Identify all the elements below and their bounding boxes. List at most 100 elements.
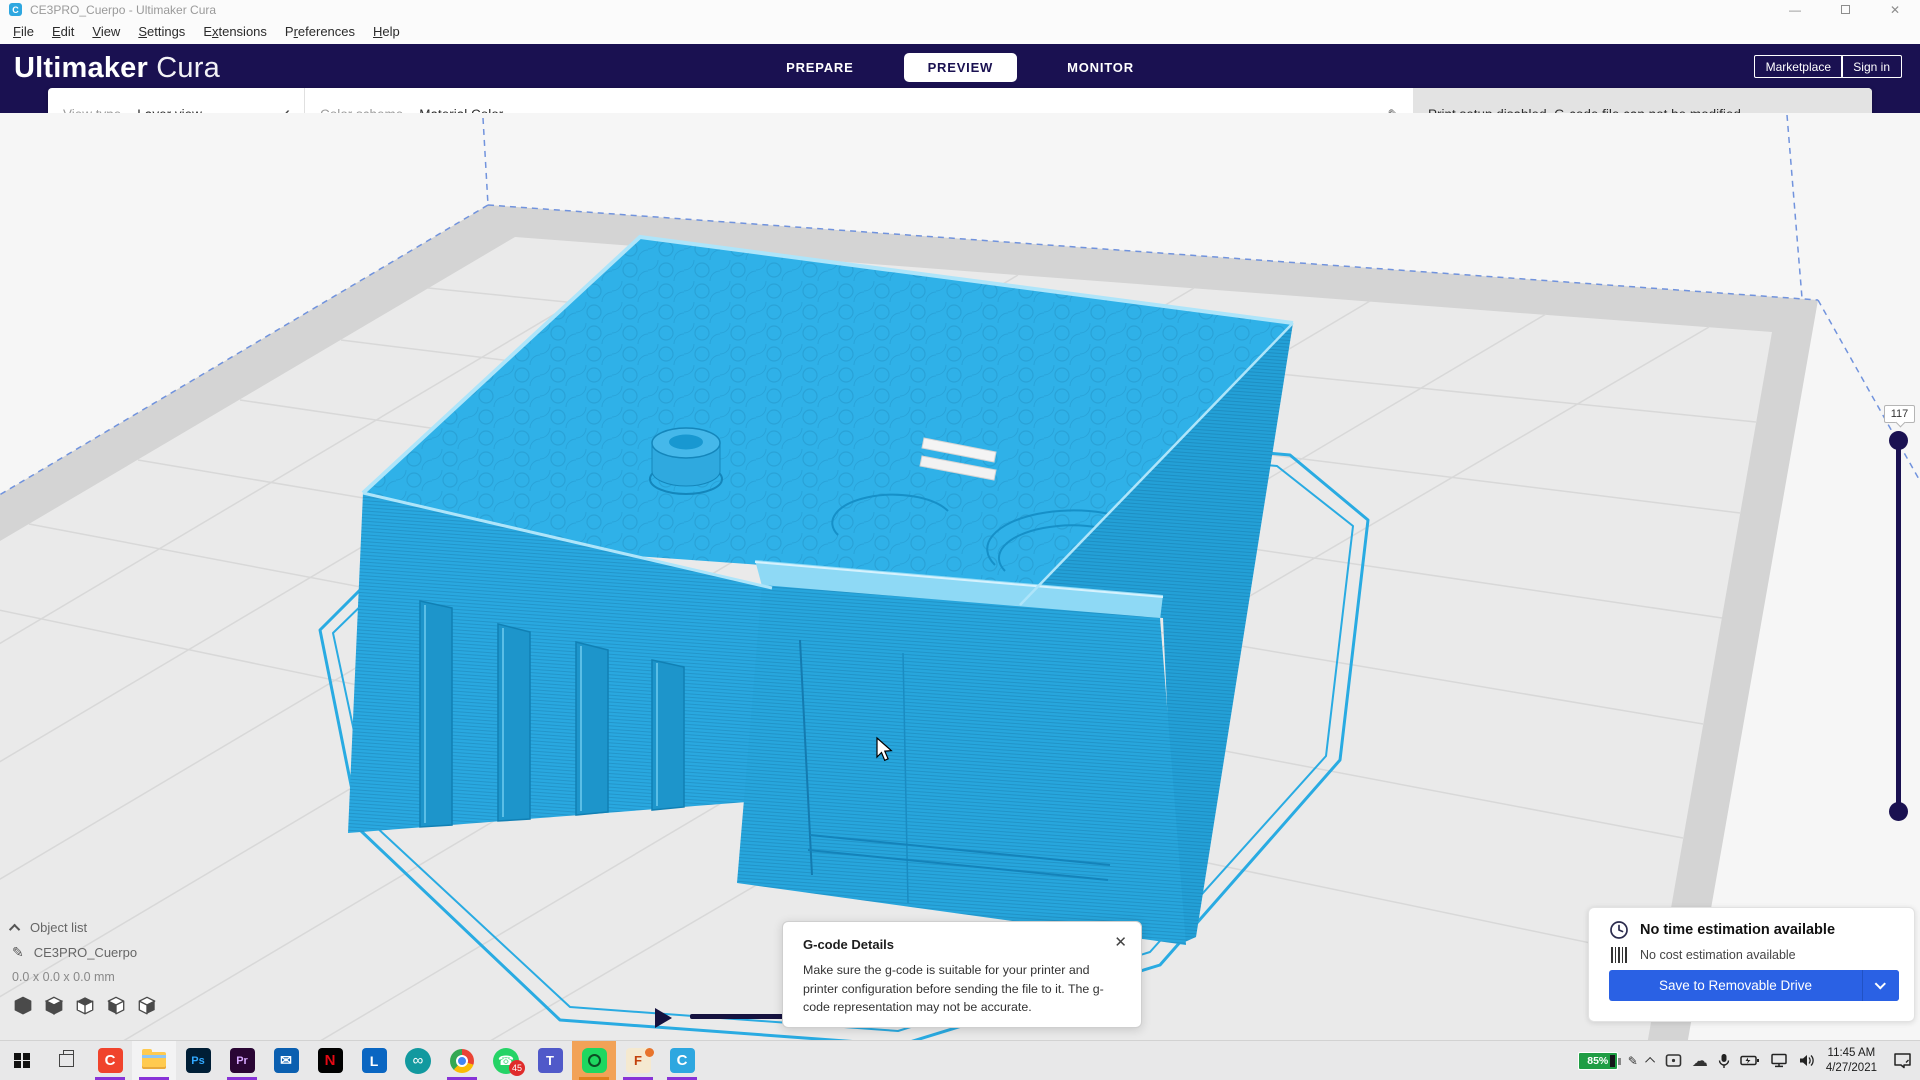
window-title: CE3PRO_Cuerpo - Ultimaker Cura	[30, 3, 216, 17]
object-dimensions: 0.0 x 0.0 x 0.0 mm	[12, 970, 242, 984]
onedrive-cloud-icon[interactable]: ☁	[1692, 1051, 1708, 1071]
taskbar-item-netflix[interactable]: N	[308, 1041, 352, 1080]
power-battery-icon[interactable]	[1740, 1054, 1760, 1067]
taskbar-item-cura[interactable]: C	[88, 1041, 132, 1080]
output-panel: No time estimation available No cost est…	[1588, 907, 1915, 1022]
view-left-icon[interactable]	[105, 994, 127, 1016]
layer-slider[interactable]	[1889, 431, 1908, 821]
task-view-icon	[59, 1054, 74, 1067]
stylus-icon[interactable]: ✎	[1628, 1054, 1638, 1068]
clock-icon	[1609, 920, 1629, 940]
screen-snip-icon[interactable]	[1665, 1053, 1682, 1068]
sign-in-button[interactable]: Sign in	[1841, 55, 1902, 78]
menu-item-file[interactable]: File	[4, 21, 43, 42]
hidden-icons-chevron-icon[interactable]	[1645, 1057, 1655, 1067]
file-explorer-icon	[142, 1052, 166, 1069]
cura-orange-icon: C	[98, 1048, 123, 1073]
object-list-toggle[interactable]: Object list	[12, 920, 242, 935]
close-button[interactable]: ✕	[1870, 0, 1920, 19]
taskbar-item-photoshop[interactable]: Ps	[176, 1041, 220, 1080]
taskbar-item-spotify[interactable]	[572, 1041, 616, 1080]
menu-item-view[interactable]: View	[83, 21, 129, 42]
object-list-overlay: Object list ✎ CE3PRO_Cuerpo 0.0 x 0.0 x …	[12, 920, 242, 1016]
tray-date: 4/27/2021	[1826, 1062, 1877, 1074]
taskbar-item-chrome[interactable]	[440, 1041, 484, 1080]
teams-icon: T	[538, 1048, 563, 1073]
premiere-icon: Pr	[230, 1048, 255, 1073]
camera-view-presets	[12, 994, 242, 1016]
play-button[interactable]	[655, 1008, 672, 1028]
tab-monitor[interactable]: MONITOR	[1043, 53, 1158, 82]
f-app-badge	[645, 1048, 654, 1057]
windows-taskbar: C Ps Pr ✉ N L ∞ ☎45 T F C 85% ✎ ☁ 11:45 …	[0, 1040, 1920, 1080]
taskbar-item-teams[interactable]: T	[528, 1041, 572, 1080]
mail-icon: ✉	[274, 1048, 299, 1073]
taskbar-item-file-explorer[interactable]	[132, 1041, 176, 1080]
stage-tabs: PREPARE PREVIEW MONITOR	[0, 53, 1920, 82]
view-3d-icon[interactable]	[12, 994, 34, 1016]
object-name: CE3PRO_Cuerpo	[34, 945, 137, 960]
view-top-icon[interactable]	[74, 994, 96, 1016]
layer-slider-top-handle[interactable]	[1889, 431, 1908, 450]
cura-blue-icon: C	[670, 1048, 695, 1073]
taskbar-item-cura-blue[interactable]: C	[660, 1041, 704, 1080]
view-right-icon[interactable]	[136, 994, 158, 1016]
network-icon[interactable]	[1770, 1053, 1788, 1068]
menu-item-extensions[interactable]: Extensions	[194, 21, 276, 42]
menu-item-settings[interactable]: Settings	[129, 21, 194, 42]
model-annex[interactable]	[737, 560, 1186, 945]
cost-estimate-text: No cost estimation available	[1640, 948, 1796, 962]
build-plate-scene	[0, 113, 1920, 1040]
taskbar-item-arduino[interactable]: ∞	[396, 1041, 440, 1080]
arduino-icon: ∞	[405, 1048, 431, 1074]
save-options-dropdown[interactable]	[1862, 970, 1899, 1001]
menu-item-help[interactable]: Help	[364, 21, 409, 42]
taskbar-item-whatsapp[interactable]: ☎45	[484, 1041, 528, 1080]
gcode-popup-title: G-code Details	[803, 937, 1121, 952]
layer-slider-bottom-handle[interactable]	[1889, 802, 1908, 821]
simulation-progress-bar[interactable]	[690, 1014, 784, 1019]
speaker-icon[interactable]	[1798, 1053, 1816, 1068]
window-title-bar: C CE3PRO_Cuerpo - Ultimaker Cura — ✕	[0, 0, 1920, 19]
menu-bar: FileEditViewSettingsExtensionsPreference…	[0, 19, 1920, 44]
view-front-icon[interactable]	[43, 994, 65, 1016]
restore-icon	[1841, 5, 1850, 14]
spotify-icon	[582, 1048, 607, 1073]
time-estimate-text: No time estimation available	[1640, 922, 1835, 938]
start-button[interactable]	[0, 1041, 44, 1080]
restore-button[interactable]	[1820, 0, 1870, 19]
taskbar-item-f-app[interactable]: F	[616, 1041, 660, 1080]
windows-logo-icon	[14, 1053, 30, 1069]
task-view-button[interactable]	[44, 1041, 88, 1080]
battery-indicator[interactable]: 85%	[1578, 1052, 1618, 1070]
action-center-icon[interactable]	[1893, 1052, 1912, 1069]
viewport-3d[interactable]: 117 Object list ✎ CE3PRO_Cuerpo 0.0 x 0.…	[0, 113, 1920, 1040]
menu-item-edit[interactable]: Edit	[43, 21, 83, 42]
marketplace-button[interactable]: Marketplace	[1754, 55, 1843, 78]
tray-time: 11:45 AM	[1828, 1047, 1876, 1059]
minimize-button[interactable]: —	[1770, 0, 1820, 19]
tab-prepare[interactable]: PREPARE	[762, 53, 877, 82]
layer-slider-tooltip: 117	[1884, 405, 1915, 423]
cura-app-icon: C	[9, 3, 22, 16]
taskbar-item-lightroom[interactable]: L	[352, 1041, 396, 1080]
whatsapp-badge: 45	[509, 1060, 525, 1076]
letter-l-app-icon: L	[362, 1048, 387, 1073]
gcode-details-popup: G-code Details Make sure the g-code is s…	[782, 921, 1142, 1028]
save-to-removable-drive-button[interactable]: Save to Removable Drive	[1609, 970, 1899, 1001]
menu-item-preferences[interactable]: Preferences	[276, 21, 364, 42]
tab-preview[interactable]: PREVIEW	[904, 53, 1018, 82]
chevron-down-icon	[1875, 978, 1886, 989]
microphone-icon[interactable]	[1718, 1053, 1730, 1069]
netflix-icon: N	[318, 1048, 343, 1073]
rename-pencil-icon: ✎	[12, 944, 24, 961]
gcode-popup-body: Make sure the g-code is suitable for you…	[803, 961, 1121, 1017]
photoshop-icon: Ps	[186, 1048, 211, 1073]
clock[interactable]: 11:45 AM 4/27/2021	[1826, 1046, 1877, 1076]
object-name-row[interactable]: ✎ CE3PRO_Cuerpo	[12, 944, 242, 961]
layer-slider-track[interactable]	[1896, 439, 1901, 813]
close-icon[interactable]: ✕	[1114, 933, 1127, 951]
taskbar-item-mail[interactable]: ✉	[264, 1041, 308, 1080]
cost-spool-icon	[1609, 947, 1629, 963]
taskbar-item-premiere[interactable]: Pr	[220, 1041, 264, 1080]
